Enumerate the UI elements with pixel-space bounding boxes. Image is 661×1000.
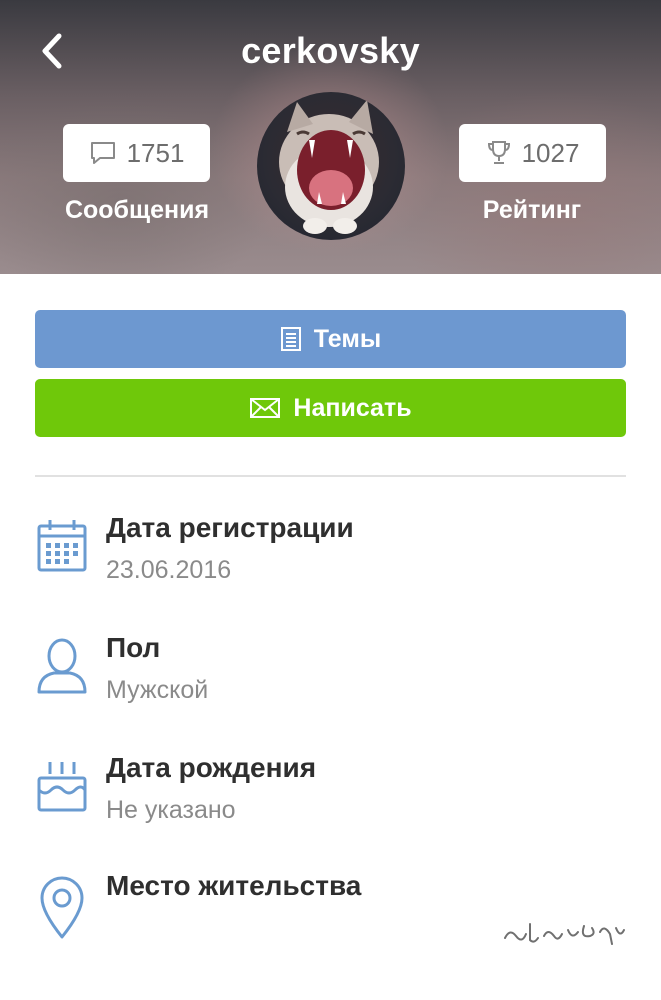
messages-count: 1751 (126, 137, 185, 168)
info-value: 23.06.2016 (106, 556, 232, 584)
location-pin-icon (40, 876, 84, 939)
profile-username: cerkovsky (241, 30, 420, 71)
divider (35, 475, 626, 477)
info-row-gender: Пол Мужской (0, 632, 661, 732)
envelope-icon (250, 398, 281, 418)
rating-count: 1027 (521, 137, 580, 168)
topics-button[interactable]: Темы (35, 310, 626, 368)
topics-button-label: Темы (313, 324, 382, 353)
document-list-icon (280, 327, 301, 351)
user-icon (37, 638, 87, 694)
info-row-registration: Дата регистрации 23.06.2016 (0, 512, 661, 612)
write-message-button[interactable]: Написать (35, 379, 626, 437)
info-value: Мужской (106, 676, 209, 704)
info-label: Дата регистрации (106, 512, 354, 543)
messages-label: Сообщения (64, 196, 210, 224)
info-row-birthday: Дата рождения Не указано (0, 752, 661, 852)
info-label: Место жительства (106, 870, 362, 901)
info-label: Дата рождения (106, 752, 317, 783)
speech-bubble-icon (90, 142, 115, 164)
profile-header: cerkovsky 1751 Сообщения 1027 Рейтинг (0, 0, 661, 274)
avatar (257, 92, 405, 240)
rating-count-box[interactable]: 1027 (459, 124, 606, 182)
handwritten-text-image (504, 923, 625, 945)
info-label: Пол (106, 632, 161, 663)
birthday-cake-icon (37, 762, 87, 812)
info-value: Не указано (106, 796, 236, 824)
calendar-icon (37, 520, 87, 572)
avatar-image (279, 100, 379, 234)
rating-label: Рейтинг (482, 196, 582, 224)
write-message-button-label: Написать (293, 393, 412, 422)
trophy-icon (487, 141, 510, 164)
messages-count-box[interactable]: 1751 (63, 124, 210, 182)
